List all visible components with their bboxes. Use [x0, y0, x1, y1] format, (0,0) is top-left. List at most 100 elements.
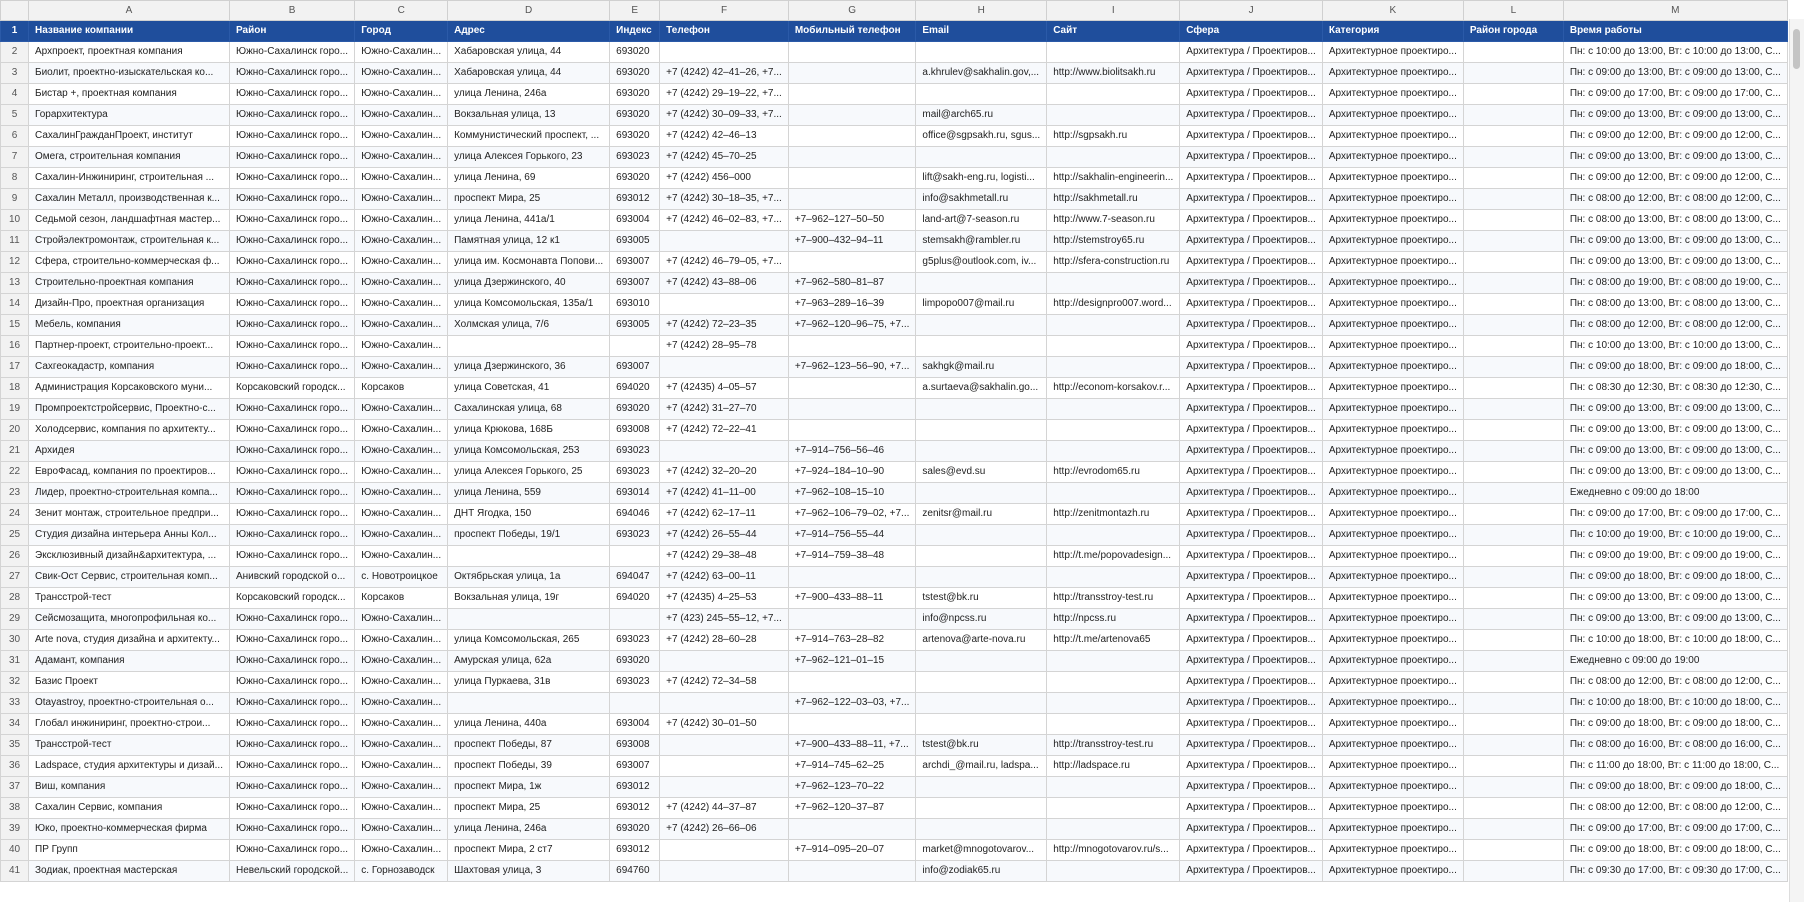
table-cell[interactable]: Южно-Сахалин... [354, 272, 449, 294]
table-cell[interactable]: +7–914–756–56–46 [787, 440, 917, 462]
row-number[interactable]: 32 [0, 671, 29, 693]
row-number[interactable]: 31 [0, 650, 29, 672]
table-cell[interactable]: Архитектура / Проектиров... [1179, 587, 1323, 609]
table-cell[interactable]: Архитектура / Проектиров... [1179, 461, 1323, 483]
table-cell[interactable]: Южно-Сахалинск горо... [228, 188, 356, 210]
row-number[interactable]: 21 [0, 440, 29, 462]
table-cell[interactable]: +7 (423) 245–55–12, +7... [659, 608, 789, 630]
table-cell[interactable]: a.khrulev@sakhalin.gov,... [915, 62, 1048, 84]
table-cell[interactable]: Базис Проект [28, 671, 230, 693]
table-cell[interactable]: Архитектурное проектиро... [1321, 251, 1464, 273]
table-cell[interactable] [1046, 524, 1181, 546]
table-cell[interactable] [1046, 419, 1181, 441]
table-cell[interactable]: http://npcss.ru [1046, 608, 1181, 630]
table-cell[interactable] [1462, 482, 1564, 504]
table-cell[interactable]: Архитектура / Проектиров... [1179, 650, 1323, 672]
table-cell[interactable] [1462, 167, 1564, 189]
table-cell[interactable]: Архитектурное проектиро... [1321, 524, 1464, 546]
table-cell[interactable]: Архитектура / Проектиров... [1179, 83, 1323, 105]
table-cell[interactable]: Архитектура / Проектиров... [1179, 545, 1323, 567]
table-cell[interactable]: Шахтовая улица, 3 [447, 860, 611, 882]
table-cell[interactable]: Архитектурное проектиро... [1321, 797, 1464, 819]
table-cell[interactable]: Южно-Сахалинск горо... [228, 440, 356, 462]
table-cell[interactable] [1462, 797, 1564, 819]
table-cell[interactable]: 693010 [609, 293, 661, 315]
header-cell[interactable]: Название компании [28, 20, 230, 42]
table-cell[interactable]: Южно-Сахалинск горо... [228, 797, 356, 819]
table-cell[interactable]: Зенит монтаж, строительное предпри... [28, 503, 230, 525]
table-cell[interactable]: Архитектурное проектиро... [1321, 419, 1464, 441]
table-cell[interactable]: Стройэлектромонтаж, строительная к... [28, 230, 230, 252]
table-cell[interactable] [1462, 83, 1564, 105]
table-cell[interactable] [1462, 104, 1564, 126]
table-cell[interactable]: +7 (4242) 28–95–78 [659, 335, 789, 357]
table-cell[interactable]: market@mnogotovarov... [915, 839, 1048, 861]
table-cell[interactable]: Южно-Сахалинск горо... [228, 839, 356, 861]
row-number[interactable]: 33 [0, 692, 29, 714]
table-cell[interactable] [915, 314, 1048, 336]
table-cell[interactable]: 693020 [609, 41, 661, 63]
table-cell[interactable]: проспект Победы, 19/1 [447, 524, 611, 546]
table-cell[interactable] [1046, 776, 1181, 798]
table-cell[interactable]: Южно-Сахалин... [354, 608, 449, 630]
table-cell[interactable] [787, 566, 917, 588]
table-cell[interactable]: Пн: с 08:00 до 13:00, Вт: с 08:00 до 13:… [1562, 209, 1788, 231]
table-cell[interactable]: Ladspace, студия архитектуры и дизай... [28, 755, 230, 777]
table-cell[interactable]: Южно-Сахалин... [354, 167, 449, 189]
table-cell[interactable]: Архитектура / Проектиров... [1179, 251, 1323, 273]
table-cell[interactable]: Южно-Сахалин... [354, 83, 449, 105]
table-cell[interactable] [787, 671, 917, 693]
table-cell[interactable]: Южно-Сахалинск горо... [228, 503, 356, 525]
table-cell[interactable]: Архитектурное проектиро... [1321, 398, 1464, 420]
table-cell[interactable] [787, 41, 917, 63]
table-cell[interactable]: 693012 [609, 776, 661, 798]
row-number[interactable]: 12 [0, 251, 29, 273]
table-cell[interactable]: Южно-Сахалинск горо... [228, 209, 356, 231]
table-cell[interactable] [1462, 713, 1564, 735]
table-cell[interactable]: 694760 [609, 860, 661, 882]
column-letter-i[interactable]: I [1046, 0, 1181, 21]
table-cell[interactable]: Пн: с 09:00 до 13:00, Вт: с 09:00 до 13:… [1562, 419, 1788, 441]
column-letter-m[interactable]: M [1562, 0, 1788, 21]
table-cell[interactable] [659, 440, 789, 462]
column-letter-e[interactable]: E [609, 0, 661, 21]
table-cell[interactable]: Южно-Сахалинск горо... [228, 314, 356, 336]
table-cell[interactable]: Сфера, строительно-коммерческая ф... [28, 251, 230, 273]
table-cell[interactable]: Архпроект, проектная компания [28, 41, 230, 63]
table-cell[interactable]: +7 (4242) 30–18–35, +7... [659, 188, 789, 210]
row-number[interactable]: 23 [0, 482, 29, 504]
table-cell[interactable]: Южно-Сахалин... [354, 398, 449, 420]
table-cell[interactable]: Пн: с 09:00 до 18:00, Вт: с 09:00 до 18:… [1562, 713, 1788, 735]
table-cell[interactable]: Холодсервис, компания по архитекту... [28, 419, 230, 441]
table-cell[interactable]: Сахалин Металл, производственная к... [28, 188, 230, 210]
table-cell[interactable]: Южно-Сахалин... [354, 251, 449, 273]
table-cell[interactable]: Архитектурное проектиро... [1321, 377, 1464, 399]
row-number[interactable]: 39 [0, 818, 29, 840]
table-cell[interactable]: Архитектура / Проектиров... [1179, 356, 1323, 378]
table-cell[interactable]: +7 (4242) 31–27–70 [659, 398, 789, 420]
table-cell[interactable] [1462, 230, 1564, 252]
table-cell[interactable]: 693008 [609, 419, 661, 441]
table-cell[interactable]: tstest@bk.ru [915, 587, 1048, 609]
table-cell[interactable]: 693023 [609, 146, 661, 168]
table-cell[interactable]: Архитектура / Проектиров... [1179, 167, 1323, 189]
table-cell[interactable]: 693023 [609, 461, 661, 483]
table-cell[interactable]: Южно-Сахалин... [354, 104, 449, 126]
table-cell[interactable]: Архитектурное проектиро... [1321, 440, 1464, 462]
table-cell[interactable]: Южно-Сахалин... [354, 503, 449, 525]
table-cell[interactable] [1046, 671, 1181, 693]
table-cell[interactable]: Пн: с 10:00 до 18:00, Вт: с 10:00 до 18:… [1562, 692, 1788, 714]
table-cell[interactable]: office@sgpsakh.ru, sgus... [915, 125, 1048, 147]
table-cell[interactable]: +7 (4242) 28–60–28 [659, 629, 789, 651]
table-cell[interactable] [1046, 818, 1181, 840]
row-number[interactable]: 22 [0, 461, 29, 483]
header-cell[interactable]: Индекс [609, 20, 661, 42]
row-number[interactable]: 29 [0, 608, 29, 630]
table-cell[interactable]: Пн: с 09:00 до 17:00, Вт: с 09:00 до 17:… [1562, 83, 1788, 105]
table-cell[interactable]: Южно-Сахалинск горо... [228, 125, 356, 147]
table-cell[interactable] [609, 335, 661, 357]
table-cell[interactable] [1462, 671, 1564, 693]
row-number[interactable]: 37 [0, 776, 29, 798]
row-number[interactable]: 28 [0, 587, 29, 609]
table-cell[interactable]: Трансстрой-тест [28, 587, 230, 609]
